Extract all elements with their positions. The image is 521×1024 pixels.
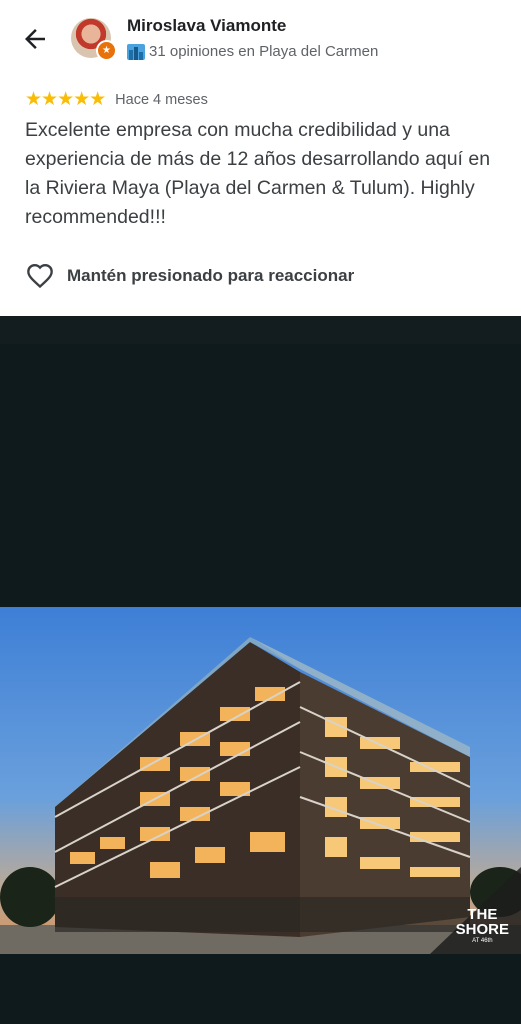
review-time: Hace 4 meses	[115, 91, 208, 108]
author-meta: 31 opiniones en Playa del Carmen	[127, 43, 378, 60]
star-rating: ★★★★★	[25, 89, 106, 110]
logo-line3: AT 46th	[472, 938, 493, 944]
local-guide-badge-icon: ★	[96, 40, 117, 61]
react-label: Mantén presionado para reaccionar	[67, 266, 355, 285]
media-top-bar	[0, 316, 521, 344]
review-text: Excelente empresa con mucha credibilidad…	[25, 119, 491, 228]
logo-line1: THE	[467, 906, 498, 923]
logo-line2: SHORE	[455, 921, 509, 938]
review-card: ★ Miroslava Viamonte 31 opiniones en Pla…	[0, 0, 521, 316]
rating-row: ★★★★★ Hace 4 meses	[25, 88, 208, 111]
react-button[interactable]: Mantén presionado para reaccionar	[25, 262, 354, 290]
heart-outline-icon	[27, 263, 53, 289]
city-icon	[127, 43, 145, 60]
arrow-back-icon	[25, 29, 45, 49]
author-meta-text: 31 opiniones en Playa del Carmen	[149, 43, 379, 60]
avatar[interactable]: ★	[71, 18, 117, 61]
brand-logo: THE SHORE AT 46th	[456, 907, 509, 944]
back-button[interactable]	[20, 24, 50, 54]
review-photo[interactable]: THE SHORE AT 46th	[0, 607, 521, 954]
building-photo	[0, 607, 521, 954]
author-name[interactable]: Miroslava Viamonte	[127, 16, 286, 36]
